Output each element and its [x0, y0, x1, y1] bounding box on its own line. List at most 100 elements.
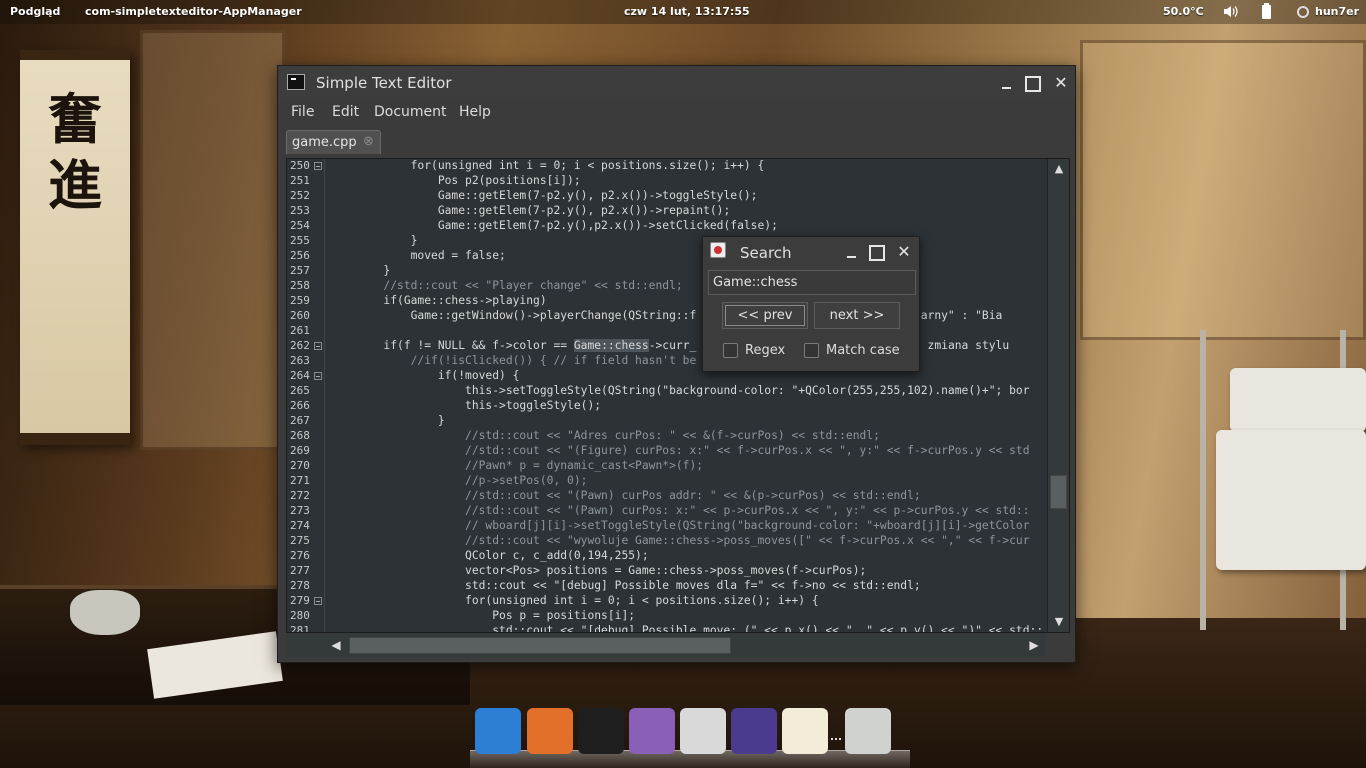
- code-line: this->toggleStyle();: [329, 399, 601, 412]
- trash-icon[interactable]: [845, 708, 891, 754]
- tab-bar: game.cpp ⊗: [278, 128, 1075, 154]
- code-line: }: [329, 414, 445, 427]
- search-close-button[interactable]: ✕: [894, 242, 914, 262]
- code-line: std::cout << "[debug] Possible move: (" …: [329, 624, 1044, 633]
- firefox-icon[interactable]: [527, 708, 573, 754]
- code-text: if(f != NULL && f->color ==: [329, 339, 574, 352]
- code-text: //std::cout << "(Pawn) curPos: x:" << p-…: [329, 504, 1030, 517]
- fold-marker-icon[interactable]: [314, 162, 322, 170]
- menu-file[interactable]: File: [291, 104, 314, 120]
- code-text: for(unsigned int i = 0; i < positions.si…: [329, 159, 765, 172]
- line-number: 254: [290, 219, 310, 232]
- code-line: }: [329, 234, 418, 247]
- code-text: }: [329, 414, 445, 427]
- line-number: 253: [290, 204, 310, 217]
- horizontal-scroll-thumb[interactable]: [349, 637, 731, 654]
- menu-help[interactable]: Help: [459, 104, 491, 120]
- menu-edit[interactable]: Edit: [332, 104, 359, 120]
- line-number: 260: [290, 309, 310, 322]
- scroll-left-icon[interactable]: ◀: [328, 636, 344, 654]
- title-bar[interactable]: Simple Text Editor ✕: [278, 66, 1075, 100]
- code-text: std::cout << "[debug] Possible move: (" …: [329, 624, 1044, 633]
- user-icon[interactable]: [1297, 6, 1309, 18]
- code-line: //std::cout << "Adres curPos: " << &(f->…: [329, 429, 880, 442]
- tab-game-cpp[interactable]: game.cpp ⊗: [286, 130, 381, 154]
- code-text: if(Game::chess->playing): [329, 294, 547, 307]
- search-minimize-button[interactable]: [842, 242, 862, 262]
- horizontal-scrollbar[interactable]: ◀ ▶: [286, 633, 1046, 657]
- anchor-icon[interactable]: [475, 708, 521, 754]
- code-text: Game::getElem(7-p2.y(),p2.x())->setClick…: [329, 219, 778, 232]
- menu-document[interactable]: Document: [374, 104, 447, 120]
- app-menu[interactable]: Podgląd: [10, 5, 60, 18]
- code-line: //Pawn* p = dynamic_cast<Pawn*>(f);: [329, 459, 703, 472]
- scroll-right-icon[interactable]: ▶: [1026, 636, 1042, 654]
- vertical-scroll-thumb[interactable]: [1050, 475, 1067, 509]
- fold-marker-icon[interactable]: [314, 597, 322, 605]
- code-line: //std::cout << "(Figure) curPos: x:" << …: [329, 444, 1030, 457]
- file-manager-icon[interactable]: [680, 708, 726, 754]
- code-line: //std::cout << "wywoluje Game::chess->po…: [329, 534, 1030, 547]
- terminal-icon[interactable]: [578, 708, 624, 754]
- code-line: if(Game::chess->playing): [329, 294, 547, 307]
- code-line: this->setToggleStyle(QString("background…: [329, 384, 1030, 397]
- scroll-down-icon[interactable]: ▼: [1051, 614, 1067, 630]
- username[interactable]: hun7er: [1315, 5, 1359, 18]
- wall-panel: [140, 30, 285, 450]
- code-text: std::cout << "[debug] Possible moves dla…: [329, 579, 921, 592]
- code-line: for(unsigned int i = 0; i < positions.si…: [329, 594, 819, 607]
- line-number: 267: [290, 414, 310, 427]
- line-number: 261: [290, 324, 310, 337]
- teapot: [70, 590, 140, 635]
- code-line: QColor c, c_add(0,194,255);: [329, 549, 649, 562]
- fold-marker-icon[interactable]: [314, 372, 322, 380]
- text-editor-icon[interactable]: [782, 708, 828, 754]
- regex-checkbox[interactable]: [723, 343, 738, 358]
- fold-marker-icon[interactable]: [314, 342, 322, 350]
- vertical-scrollbar[interactable]: ▲ ▼: [1047, 159, 1069, 632]
- wall-panel: [1080, 40, 1366, 340]
- battery-icon[interactable]: [1262, 3, 1271, 19]
- line-number: 259: [290, 294, 310, 307]
- code-text: Game::getElem(7-p2.y(), p2.x())->toggleS…: [329, 189, 758, 202]
- maximize-button[interactable]: [1021, 73, 1041, 93]
- line-number: 268: [290, 429, 310, 442]
- search-dialog-icon: [710, 242, 726, 258]
- code-text: this->toggleStyle();: [329, 399, 602, 412]
- pidgin-icon[interactable]: [629, 708, 675, 754]
- code-editor[interactable]: 250 251 252 253 254 255 256 257 258 259 260 261 262 2…: [286, 158, 1070, 633]
- eclipse-icon[interactable]: [731, 708, 777, 754]
- code-line: std::cout << "[debug] Possible moves dla…: [329, 579, 921, 592]
- minimize-button[interactable]: [997, 73, 1017, 93]
- line-number: 251: [290, 174, 310, 187]
- code-text: //std::cout << "wywoluje Game::chess->po…: [329, 534, 1030, 547]
- volume-icon[interactable]: [1223, 5, 1238, 18]
- scroll-up-icon[interactable]: ▲: [1051, 161, 1067, 177]
- search-input[interactable]: [708, 270, 916, 295]
- towel-rack: [1200, 330, 1206, 630]
- next-button[interactable]: next >>: [814, 302, 900, 329]
- menu-bar: File Edit Document Help: [278, 100, 1075, 128]
- code-text: this->setToggleStyle(QString("background…: [329, 384, 1030, 397]
- search-dialog: Search ✕ << prev next >> Regex Match cas…: [702, 236, 920, 372]
- prev-button[interactable]: << prev: [722, 302, 808, 329]
- line-number: 264: [290, 369, 310, 382]
- match-case-checkbox[interactable]: [804, 343, 819, 358]
- close-button[interactable]: ✕: [1051, 73, 1071, 93]
- code-text: //Pawn* p = dynamic_cast<Pawn*>(f);: [329, 459, 704, 472]
- line-number: 269: [290, 444, 310, 457]
- tab-close-icon[interactable]: ⊗: [363, 134, 374, 149]
- towel: [1216, 430, 1366, 570]
- code-text: QColor c, c_add(0,194,255);: [329, 549, 649, 562]
- code-line: for(unsigned int i = 0; i < positions.si…: [329, 159, 765, 172]
- code-line: Game::getElem(7-p2.y(), p2.x())->repaint…: [329, 204, 730, 217]
- terminal-app-icon: [287, 74, 305, 90]
- code-line: Pos p = positions[i];: [329, 609, 635, 622]
- line-number: 279: [290, 594, 310, 607]
- search-match-highlight: Game::chess: [573, 339, 649, 352]
- clock[interactable]: czw 14 lut, 13:17:55: [624, 5, 750, 18]
- code-text: //p->setPos(0, 0);: [329, 474, 588, 487]
- code-text-area[interactable]: for(unsigned int i = 0; i < positions.si…: [329, 159, 1047, 633]
- line-number: 255: [290, 234, 310, 247]
- search-maximize-button[interactable]: [865, 242, 885, 262]
